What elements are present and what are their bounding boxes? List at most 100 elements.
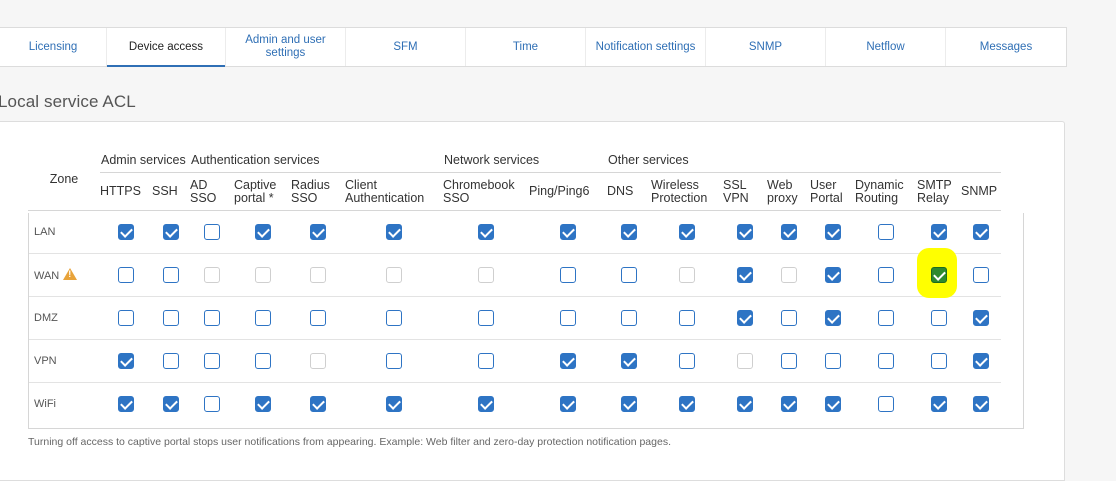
tab-device-access[interactable]: Device access	[107, 28, 226, 67]
checkbox-lan-dynamic-routing[interactable]	[878, 224, 894, 240]
checkbox-vpn-client-authentication[interactable]	[386, 353, 402, 369]
checkbox-dmz-dynamic-routing[interactable]	[878, 310, 894, 326]
checkbox-vpn-web-proxy[interactable]	[780, 353, 797, 369]
tab-snmp[interactable]: SNMP	[706, 28, 826, 66]
checkbox-vpn-ping-ping6[interactable]	[560, 353, 576, 369]
checkbox-lan-dns[interactable]	[621, 224, 637, 240]
checkbox-vpn-wireless-protection[interactable]	[679, 353, 695, 369]
checkbox-dmz-client-authentication[interactable]	[386, 310, 402, 326]
checkbox-dmz-web-proxy[interactable]	[780, 310, 797, 326]
checkbox-vpn-dynamic-routing[interactable]	[878, 353, 894, 369]
checkbox-wan-ping-ping6[interactable]	[560, 267, 576, 283]
checkbox-vpn-snmp[interactable]	[973, 353, 989, 369]
checkbox-wifi-client-authentication[interactable]	[386, 396, 402, 413]
acl-cell	[234, 339, 291, 383]
checkbox-lan-ssl-vpn[interactable]	[737, 224, 753, 240]
checkbox-vpn-smtp-relay[interactable]	[931, 353, 947, 369]
checkbox-lan-radius-sso[interactable]	[310, 224, 326, 240]
checkbox-dmz-ssh[interactable]	[163, 310, 179, 326]
checkbox-dmz-snmp[interactable]	[973, 310, 989, 326]
checkbox-wan-https[interactable]	[118, 267, 134, 283]
acl-cell	[443, 339, 529, 383]
tab-messages[interactable]: Messages	[946, 28, 1066, 66]
acl-cell	[917, 248, 961, 298]
checkbox-lan-smtp-relay[interactable]	[931, 224, 947, 240]
tab-netflow[interactable]: Netflow	[826, 28, 946, 66]
checkbox-wan-user-portal[interactable]	[824, 267, 841, 283]
checkbox-wifi-chromebook-sso[interactable]	[478, 396, 494, 413]
acl-cell	[767, 296, 810, 340]
acl-cell	[651, 339, 723, 383]
checkbox-wan-snmp[interactable]	[973, 267, 989, 283]
checkbox-vpn-ad-sso[interactable]	[204, 353, 220, 369]
checkbox-dmz-smtp-relay[interactable]	[931, 310, 947, 326]
checkbox-lan-wireless-protection[interactable]	[679, 224, 695, 240]
checkbox-wifi-web-proxy[interactable]	[780, 396, 797, 413]
checkbox-dmz-https[interactable]	[118, 310, 134, 326]
checkbox-wan-smtp-relay[interactable]	[917, 248, 957, 298]
acl-cell	[234, 211, 291, 254]
checkbox-wifi-ssl-vpn[interactable]	[737, 396, 753, 413]
acl-cell	[291, 339, 345, 383]
checkbox-wifi-captive-portal[interactable]	[254, 396, 271, 413]
checkbox-dmz-radius-sso[interactable]	[310, 310, 326, 326]
checkbox-vpn-captive-portal[interactable]	[254, 353, 271, 369]
checkbox-dmz-ad-sso[interactable]	[204, 310, 220, 326]
checkbox-wan-ssl-vpn[interactable]	[737, 267, 753, 283]
checkbox-wifi-dynamic-routing[interactable]	[878, 396, 894, 413]
checkbox-wan-ad-sso	[204, 267, 220, 283]
checkbox-vpn-chromebook-sso[interactable]	[478, 353, 494, 369]
checkbox-lan-chromebook-sso[interactable]	[478, 224, 494, 240]
tab-admin-and-user-settings[interactable]: Admin and user settings	[226, 28, 346, 66]
acl-cell	[443, 296, 529, 340]
checkbox-lan-captive-portal[interactable]	[254, 224, 271, 240]
column-header-dns: DNS	[607, 172, 651, 211]
checkbox-vpn-user-portal[interactable]	[824, 353, 841, 369]
acl-cell	[723, 253, 767, 297]
zone-label: WiFi	[34, 398, 56, 411]
checkbox-lan-ssh[interactable]	[163, 224, 179, 240]
checkbox-wifi-user-portal[interactable]	[824, 396, 841, 413]
checkbox-wifi-ping-ping6[interactable]	[560, 396, 576, 413]
checkbox-lan-ping-ping6[interactable]	[560, 224, 576, 240]
checkbox-wan-dns[interactable]	[621, 267, 637, 283]
checkbox-dmz-dns[interactable]	[621, 310, 637, 326]
zone-column-header: Zone	[28, 148, 100, 211]
section-title: Local service ACL	[0, 92, 136, 111]
checkbox-lan-https[interactable]	[118, 224, 134, 240]
checkbox-wifi-smtp-relay[interactable]	[931, 396, 947, 413]
checkbox-lan-user-portal[interactable]	[824, 224, 841, 240]
acl-cell	[961, 382, 1001, 426]
checkbox-lan-ad-sso[interactable]	[204, 224, 220, 240]
table-row: LAN	[28, 211, 1001, 254]
checkbox-vpn-https[interactable]	[118, 353, 134, 369]
checkbox-dmz-captive-portal[interactable]	[254, 310, 271, 326]
checkbox-lan-snmp[interactable]	[973, 224, 989, 240]
checkbox-wan-dynamic-routing[interactable]	[878, 267, 894, 283]
checkbox-dmz-chromebook-sso[interactable]	[478, 310, 494, 326]
tab-licensing[interactable]: Licensing	[0, 28, 107, 66]
tab-notification-settings[interactable]: Notification settings	[586, 28, 706, 66]
checkbox-wifi-wireless-protection[interactable]	[679, 396, 695, 413]
checkbox-dmz-user-portal[interactable]	[824, 310, 841, 326]
acl-cell	[810, 253, 855, 297]
checkbox-wifi-ssh[interactable]	[163, 396, 179, 413]
checkbox-lan-client-authentication[interactable]	[386, 224, 402, 240]
checkbox-lan-web-proxy[interactable]	[780, 224, 797, 240]
checkbox-wifi-radius-sso[interactable]	[310, 396, 326, 413]
checkbox-vpn-dns[interactable]	[621, 353, 637, 369]
checkbox-dmz-wireless-protection[interactable]	[679, 310, 695, 326]
checkbox-wifi-ad-sso[interactable]	[204, 396, 220, 413]
checkbox-wifi-dns[interactable]	[621, 396, 637, 413]
acl-cell	[651, 253, 723, 297]
checkbox-dmz-ping-ping6[interactable]	[560, 310, 576, 326]
checkbox-dmz-ssl-vpn[interactable]	[737, 310, 753, 326]
checkbox-vpn-ssh[interactable]	[163, 353, 179, 369]
tab-sfm[interactable]: SFM	[346, 28, 466, 66]
acl-cell	[607, 382, 651, 426]
checkbox-wifi-snmp[interactable]	[973, 396, 989, 413]
checkbox-wifi-https[interactable]	[118, 396, 134, 413]
checkbox-wan-ssh[interactable]	[163, 267, 179, 283]
acl-cell	[810, 382, 855, 426]
tab-time[interactable]: Time	[466, 28, 586, 66]
